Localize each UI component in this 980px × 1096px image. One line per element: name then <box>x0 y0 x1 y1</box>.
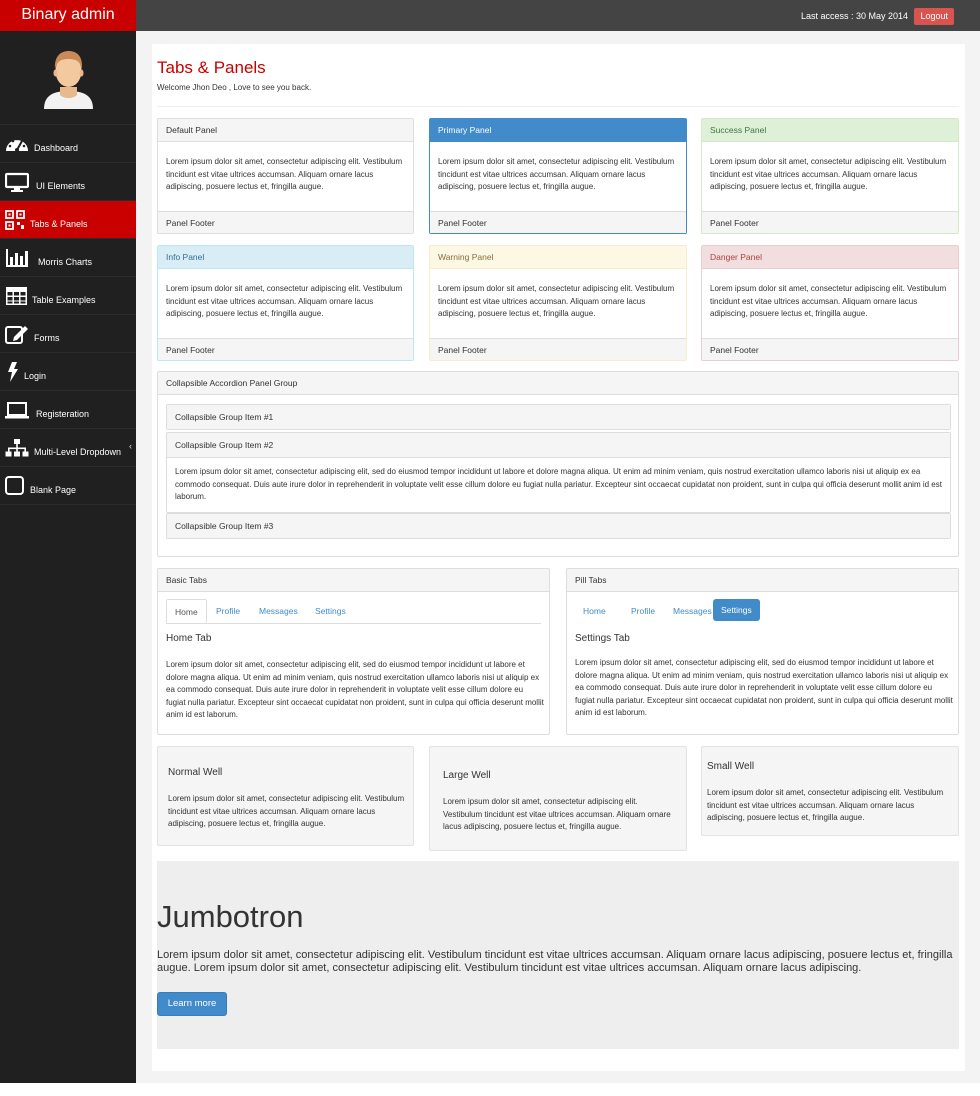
accordion-item-3[interactable]: Collapsible Group Item #3 <box>166 513 951 539</box>
panel-heading: Warning Panel <box>430 246 686 269</box>
accordion-heading: Collapsible Accordion Panel Group <box>158 372 958 395</box>
default-panel: Default Panel Lorem ipsum dolor sit amet… <box>157 118 414 234</box>
warning-panel: Warning Panel Lorem ipsum dolor sit amet… <box>429 245 687 361</box>
jumbotron-text: Lorem ipsum dolor sit amet, consectetur … <box>157 949 953 974</box>
well-title: Large Well <box>443 770 491 781</box>
edit-icon <box>5 326 28 344</box>
sidebar: Dashboard UI Elements Tabs & Panels Morr… <box>0 31 136 1083</box>
page-wrapper: Tabs & Panels Welcome Jhon Deo , Love to… <box>136 31 980 1083</box>
page-title: Tabs & Panels <box>157 58 266 77</box>
accordion-panel-group: Collapsible Accordion Panel Group Collap… <box>157 371 959 557</box>
panel-footer: Panel Footer <box>702 211 958 233</box>
sidebar-item-forms[interactable]: Forms <box>0 315 136 353</box>
qrcode-icon <box>5 210 25 230</box>
panel-heading: Danger Panel <box>702 246 958 269</box>
user-avatar-area <box>0 31 136 125</box>
sidebar-item-blank-page[interactable]: Blank Page <box>0 467 136 505</box>
panel-footer: Panel Footer <box>430 211 686 233</box>
primary-panel: Primary Panel Lorem ipsum dolor sit amet… <box>429 118 687 234</box>
tab-pane-text: Lorem ipsum dolor sit amet, consectetur … <box>166 660 544 719</box>
well-text: Lorem ipsum dolor sit amet, consectetur … <box>707 788 944 822</box>
well-text: Lorem ipsum dolor sit amet, consectetur … <box>168 794 405 828</box>
sidebar-item-multi-level-dropdown[interactable]: Multi-Level Dropdown ‹ <box>0 429 136 467</box>
well-text: Lorem ipsum dolor sit amet, consectetur … <box>443 797 671 831</box>
pill-tab-bar: Home Profile Messages Settings <box>575 599 950 623</box>
pill-home[interactable]: Home <box>575 599 614 623</box>
panel-heading: Primary Panel <box>430 119 686 142</box>
basic-tabs-panel: Basic Tabs Home Profile Messages Setting… <box>157 568 550 735</box>
danger-panel: Danger Panel Lorem ipsum dolor sit amet,… <box>701 245 959 361</box>
logout-button[interactable]: Logout <box>914 8 954 25</box>
tab-home[interactable]: Home <box>166 599 207 623</box>
pill-tabs-panel: Pill Tabs Home Profile Messages Settings… <box>566 568 959 735</box>
sidebar-item-tabs-panels[interactable]: Tabs & Panels <box>0 201 136 239</box>
pill-profile[interactable]: Profile <box>623 599 663 623</box>
brand-logo[interactable]: Binary admin <box>0 0 136 31</box>
small-well: Small Well Lorem ipsum dolor sit amet, c… <box>701 746 959 836</box>
last-access-text: Last access : 30 May 2014 <box>800 11 908 21</box>
panel-body: Lorem ipsum dolor sit amet, consectetur … <box>166 284 403 318</box>
tab-pane-title: Home Tab <box>166 633 212 644</box>
accordion-item-title[interactable]: Collapsible Group Item #3 <box>167 514 950 538</box>
well-title: Small Well <box>707 761 755 772</box>
panel-heading: Info Panel <box>158 246 413 269</box>
panel-footer: Panel Footer <box>158 338 413 360</box>
learn-more-button[interactable]: Learn more <box>157 992 227 1016</box>
panel-body: Lorem ipsum dolor sit amet, consectetur … <box>438 284 675 318</box>
panel-footer: Panel Footer <box>702 338 958 360</box>
basic-tab-bar: Home Profile Messages Settings <box>166 599 541 623</box>
panel-heading: Basic Tabs <box>158 569 549 592</box>
tab-pane-text: Lorem ipsum dolor sit amet, consectetur … <box>575 658 953 717</box>
chevron-left-icon: ‹ <box>129 441 132 451</box>
normal-well: Normal Well Lorem ipsum dolor sit amet, … <box>157 746 414 846</box>
panel-body: Lorem ipsum dolor sit amet, consectetur … <box>710 284 947 318</box>
jumbotron: Jumbotron Lorem ipsum dolor sit amet, co… <box>157 861 959 1049</box>
panel-heading: Pill Tabs <box>567 569 958 592</box>
tab-pane-title: Settings Tab <box>575 633 630 644</box>
success-panel: Success Panel Lorem ipsum dolor sit amet… <box>701 118 959 234</box>
sidebar-item-label: Blank Page <box>30 485 77 495</box>
square-icon <box>5 476 24 495</box>
sidebar-item-registeration[interactable]: Registeration <box>0 391 136 429</box>
accordion-item-body: Lorem ipsum dolor sit amet, consectetur … <box>167 457 950 512</box>
accordion-item-2[interactable]: Collapsible Group Item #2 Lorem ipsum do… <box>166 432 951 513</box>
panel-body: Lorem ipsum dolor sit amet, consectetur … <box>438 157 675 191</box>
tab-profile[interactable]: Profile <box>208 599 248 623</box>
accordion-item-title[interactable]: Collapsible Group Item #2 <box>167 433 950 457</box>
tab-settings[interactable]: Settings <box>307 599 354 623</box>
sidebar-item-table-examples[interactable]: Table Examples <box>0 277 136 315</box>
well-title: Normal Well <box>168 767 223 778</box>
welcome-text: Welcome Jhon Deo , Love to see you back. <box>157 83 312 92</box>
sidebar-item-ui-elements[interactable]: UI Elements <box>0 163 136 201</box>
panel-footer: Panel Footer <box>430 338 686 360</box>
info-panel: Info Panel Lorem ipsum dolor sit amet, c… <box>157 245 414 361</box>
dashboard-icon <box>6 137 28 152</box>
table-icon <box>6 287 27 305</box>
sidebar-item-morris-charts[interactable]: Morris Charts <box>0 239 136 277</box>
sidebar-item-dashboard[interactable]: Dashboard <box>0 125 136 163</box>
panel-body: Lorem ipsum dolor sit amet, consectetur … <box>710 157 947 191</box>
panel-body: Lorem ipsum dolor sit amet, consectetur … <box>166 157 403 191</box>
jumbotron-title: Jumbotron <box>157 899 304 934</box>
sitemap-icon <box>5 439 29 457</box>
bar-chart-icon <box>6 249 28 267</box>
pill-messages[interactable]: Messages <box>665 599 720 623</box>
tab-messages[interactable]: Messages <box>251 599 306 623</box>
accordion-item-title[interactable]: Collapsible Group Item #1 <box>167 405 950 429</box>
panel-heading: Success Panel <box>702 119 958 142</box>
accordion-item-1[interactable]: Collapsible Group Item #1 <box>166 404 951 430</box>
desktop-icon <box>5 172 29 192</box>
page-inner: Tabs & Panels Welcome Jhon Deo , Love to… <box>152 44 965 1071</box>
user-avatar-icon <box>44 51 93 109</box>
large-well: Large Well Lorem ipsum dolor sit amet, c… <box>429 746 687 851</box>
divider <box>157 106 959 107</box>
tab-divider <box>166 623 541 624</box>
sidebar-item-login[interactable]: Login <box>0 353 136 391</box>
pill-settings[interactable]: Settings <box>713 599 760 621</box>
panel-footer: Panel Footer <box>158 211 413 233</box>
laptop-icon <box>5 402 29 419</box>
panel-heading: Default Panel <box>158 119 413 142</box>
top-navbar: Binary admin Last access : 30 May 2014 L… <box>0 0 980 31</box>
